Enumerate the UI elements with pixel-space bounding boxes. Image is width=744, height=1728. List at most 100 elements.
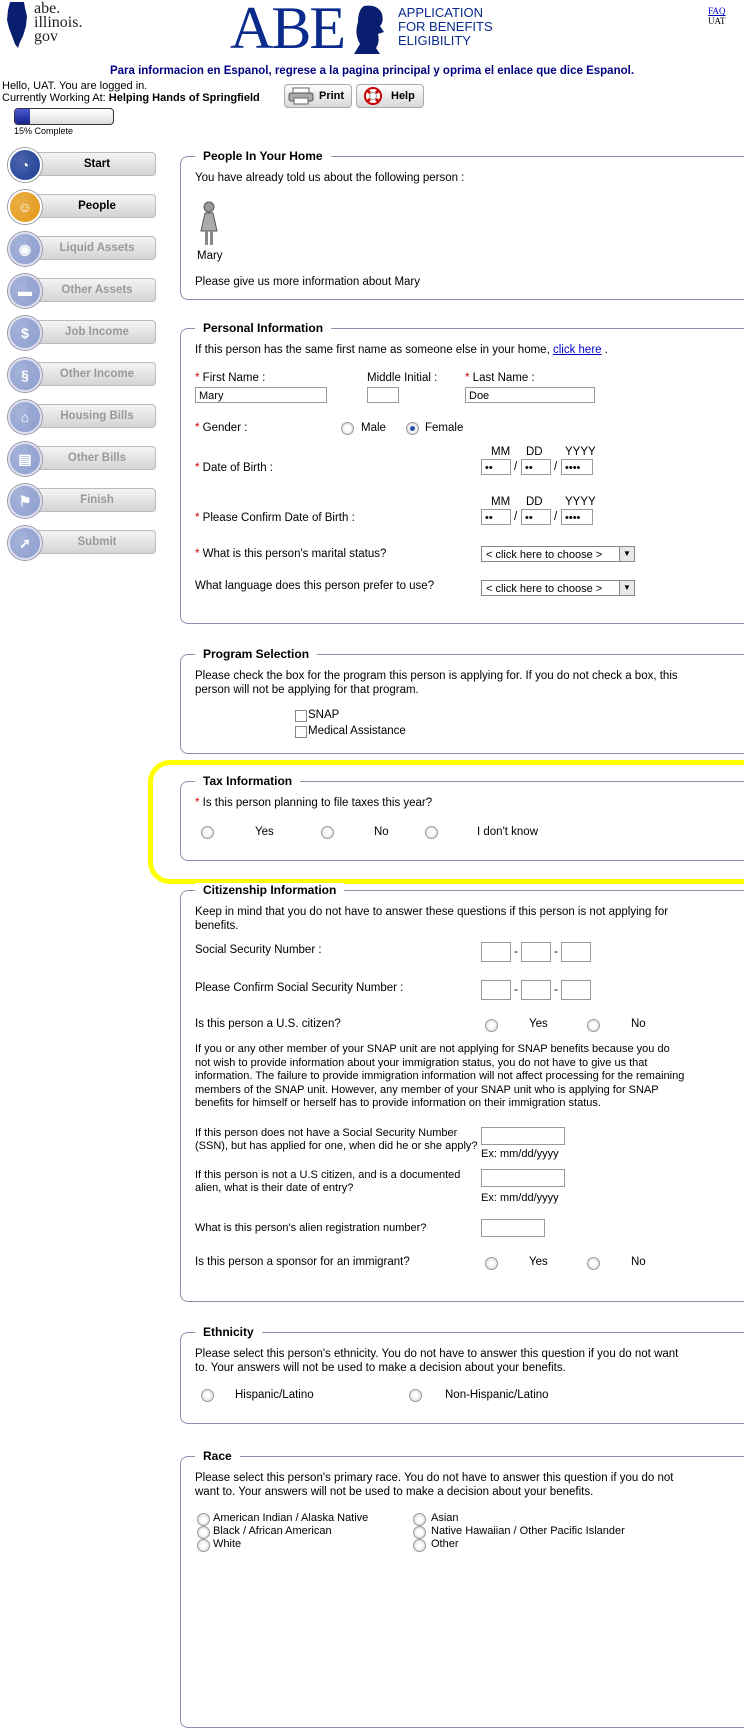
citizen-no-label: No [631, 1018, 646, 1030]
dob-day-input[interactable]: •• [521, 459, 551, 475]
dob-mm-header: MM [491, 446, 511, 458]
faq-block: FAQ UAT [708, 6, 726, 26]
middle-initial-label: Middle Initial : [367, 372, 438, 384]
hispanic-radio[interactable] [201, 1389, 214, 1402]
person-female-icon[interactable] [199, 201, 219, 247]
confirm-dob-mm-header: MM [491, 496, 511, 508]
lifebuoy-icon [364, 87, 382, 105]
citizenship-intro: Keep in mind that you do not have to ans… [195, 906, 669, 932]
middle-initial-input[interactable] [367, 387, 399, 403]
brand-subtitle: APPLICATION FOR BENEFITS ELIGIBILITY [398, 6, 493, 48]
gender-male-radio[interactable] [341, 422, 354, 435]
first-name-input[interactable]: Mary [195, 387, 327, 403]
sidebar-item-housing-bills[interactable]: Housing Bills ⌂ [8, 400, 156, 434]
chevron-down-icon[interactable]: ▼ [619, 581, 634, 595]
dob-dd-header: DD [526, 446, 543, 458]
tax-question-text: Is this person planning to file taxes th… [202, 797, 433, 809]
sidebar-item-label: People [28, 194, 156, 218]
sidebar-item-other-income[interactable]: Other Income § [8, 358, 156, 392]
person-name: Mary [197, 250, 223, 262]
print-button[interactable]: Print [284, 84, 352, 108]
race-other-radio[interactable] [413, 1539, 426, 1552]
sidebar-item-job-income[interactable]: Job Income $ [8, 316, 156, 350]
sidebar-item-start[interactable]: Start ◔ [8, 148, 156, 182]
tax-dont-know-label: I don't know [477, 826, 539, 838]
race-asian-radio[interactable] [413, 1513, 426, 1526]
gender-text: Gender : [202, 422, 248, 434]
confirm-dob-day-input[interactable]: •• [521, 509, 551, 525]
tax-dont-know-radio[interactable] [425, 826, 438, 839]
sidebar-item-people[interactable]: People ☺ [8, 190, 156, 224]
sidebar-item-other-bills[interactable]: Other Bills ▤ [8, 442, 156, 476]
citizenship-legend: Citizenship Information [195, 883, 345, 897]
dob-text: Date of Birth : [202, 462, 273, 474]
ethnicity-legend: Ethnicity [195, 1325, 262, 1339]
ssn-separator: - [514, 946, 518, 958]
brand-sub-line: FOR BENEFITS [398, 19, 493, 34]
flag-icon: ⚑ [8, 484, 42, 518]
dob-year-input[interactable]: •••• [561, 459, 593, 475]
lincoln-profile-icon [354, 5, 384, 54]
sidebar-item-liquid-assets[interactable]: Liquid Assets ◉ [8, 232, 156, 266]
ssn-part3-input[interactable] [561, 942, 591, 962]
last-name-text: Last Name : [472, 372, 535, 384]
sidebar-item-other-assets[interactable]: Other Assets ▬ [8, 274, 156, 308]
race-white-radio[interactable] [197, 1539, 210, 1552]
sponsor-yes-radio[interactable] [485, 1257, 498, 1270]
race-american-indian-radio[interactable] [197, 1513, 210, 1526]
hello-text: Hello, UAT. You are logged in. [2, 80, 148, 92]
race-black-radio[interactable] [197, 1526, 210, 1539]
program-text: Please check the box for the program thi… [195, 670, 678, 696]
medical-assistance-checkbox[interactable] [295, 726, 307, 738]
faq-link[interactable]: FAQ [708, 6, 725, 16]
language-select[interactable]: < click here to choose > ▼ [481, 580, 635, 596]
snap-label: SNAP [308, 709, 340, 721]
sidebar-item-finish[interactable]: Finish ⚑ [8, 484, 156, 518]
race-pacific-islander-radio[interactable] [413, 1526, 426, 1539]
working-at-value: Helping Hands of Springfield [108, 92, 260, 104]
non-hispanic-radio[interactable] [409, 1389, 422, 1402]
last-name-input[interactable]: Doe [465, 387, 595, 403]
ethnicity-section: Ethnicity Please select this person's et… [180, 1325, 744, 1424]
citizen-no-radio[interactable] [587, 1019, 600, 1032]
confirm-ssn-part1-input[interactable] [481, 980, 511, 1000]
ssn-part2-input[interactable] [521, 942, 551, 962]
confirm-ssn-part2-input[interactable] [521, 980, 551, 1000]
tax-yes-radio[interactable] [201, 826, 214, 839]
same-name-click-here-link[interactable]: click here [553, 344, 602, 356]
people-intro: You have already told us about the follo… [195, 172, 465, 184]
ssn-applied-date-input[interactable] [481, 1127, 565, 1145]
dob-label: * Date of Birth : [195, 462, 273, 474]
help-button[interactable]: Help [356, 84, 424, 108]
chevron-down-icon[interactable]: ▼ [619, 547, 634, 561]
confirm-ssn-label: Please Confirm Social Security Number : [195, 982, 404, 994]
bill-icon: ▤ [8, 442, 42, 476]
dollar-icon: $ [8, 316, 42, 350]
sidebar-item-label: Start [28, 152, 156, 176]
dob-month-input[interactable]: •• [481, 459, 511, 475]
people-legend: People In Your Home [195, 149, 331, 163]
tax-yes-label: Yes [255, 826, 274, 838]
citizen-yes-radio[interactable] [485, 1019, 498, 1032]
language-value: < click here to choose > [486, 583, 603, 595]
ssn-part1-input[interactable] [481, 942, 511, 962]
race-text: Please select this person's primary race… [195, 1472, 674, 1498]
ssn-separator: - [554, 946, 558, 958]
ethnicity-text: Please select this person's ethnicity. Y… [195, 1348, 679, 1374]
date-separator: / [514, 461, 518, 473]
snap-checkbox[interactable] [295, 710, 307, 722]
confirm-ssn-part3-input[interactable] [561, 980, 591, 1000]
sponsor-no-radio[interactable] [587, 1257, 600, 1270]
gender-male-label: Male [361, 422, 386, 434]
tax-no-radio[interactable] [321, 826, 334, 839]
date-separator: / [514, 511, 518, 523]
sidebar-item-submit[interactable]: Submit ➚ [8, 526, 156, 560]
entry-date-input[interactable] [481, 1169, 565, 1187]
site-logo[interactable]: abe. illinois. gov [34, 1, 82, 45]
marital-status-select[interactable]: < click here to choose > ▼ [481, 546, 635, 562]
gender-female-radio[interactable] [406, 422, 419, 435]
confirm-dob-month-input[interactable]: •• [481, 509, 511, 525]
citizenship-section: Citizenship Information Keep in mind tha… [180, 883, 744, 1302]
confirm-dob-year-input[interactable]: •••• [561, 509, 593, 525]
alien-number-input[interactable] [481, 1219, 545, 1237]
